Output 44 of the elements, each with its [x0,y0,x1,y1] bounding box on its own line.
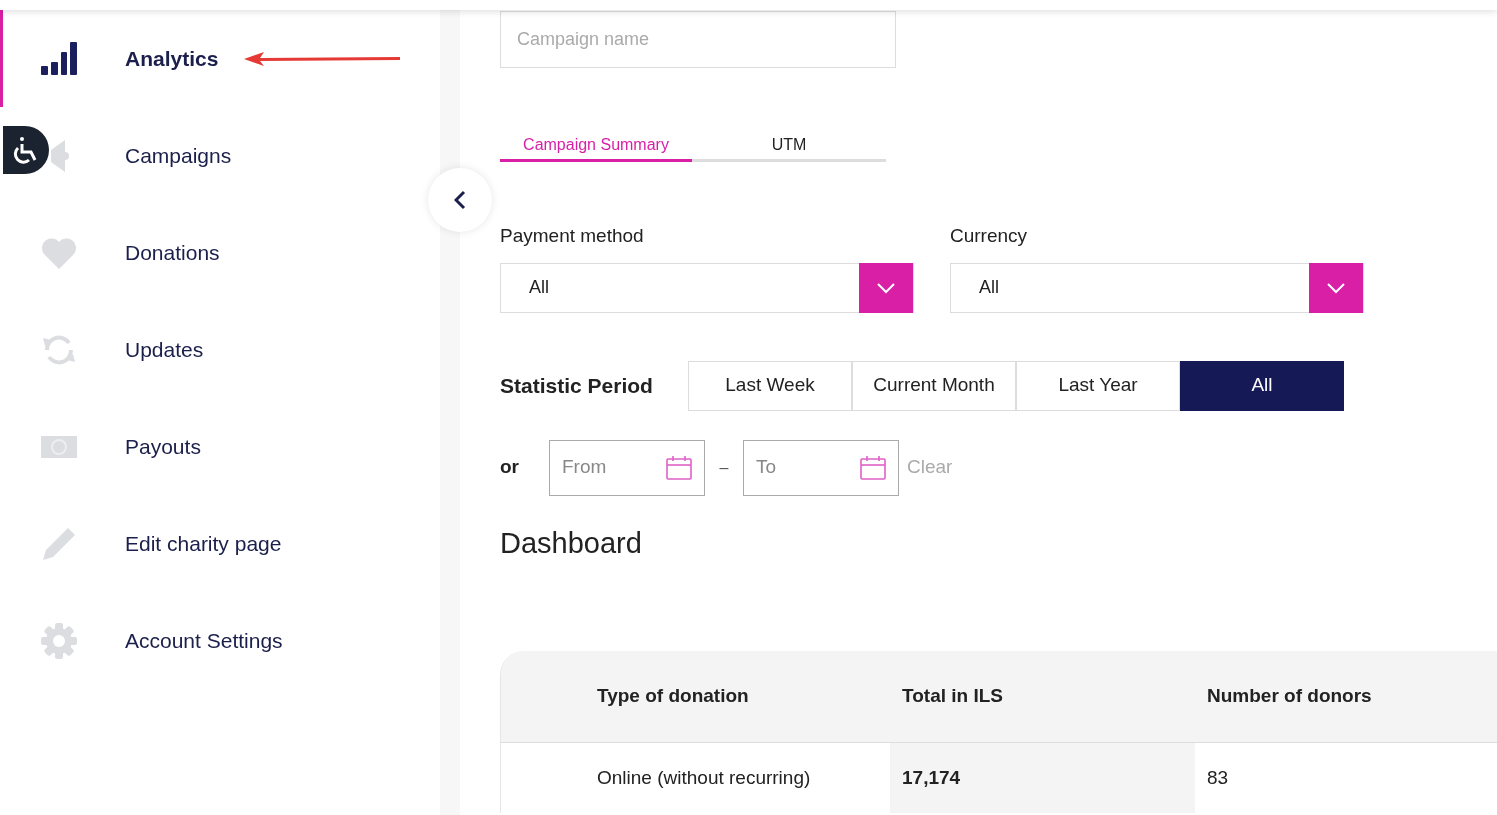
period-option[interactable]: All [1180,360,1344,411]
table-cell: 17,174 [890,743,1195,813]
accessibility-button[interactable] [3,126,49,174]
column-header: Type of donation [596,684,750,709]
period-option[interactable]: Last Week [688,360,852,411]
sidebar-item[interactable]: Account Settings [0,592,440,689]
calendar-icon [666,455,692,480]
tab[interactable]: UTM [692,130,886,162]
sidebar-item[interactable]: Edit charity page [0,495,440,592]
accessibility-icon [13,136,39,164]
period-option[interactable]: Last Year [1016,360,1180,411]
sidebar-item[interactable]: Campaigns [0,107,440,204]
column-header: Total in ILS [901,684,1004,709]
dropdown-select[interactable]: All [500,262,914,313]
sidebar-item[interactable]: Analytics [0,10,440,107]
column-header: Number of donors [1206,684,1373,709]
table-cell-text: 83 [1206,765,1230,790]
dropdown-toggle[interactable] [859,262,913,313]
tab[interactable]: Campaign Summary [500,130,692,162]
from-date-field[interactable]: From [549,439,705,496]
filter-label: Currency [950,224,1029,248]
sidebar-item[interactable]: Payouts [0,398,440,495]
bar-chart-icon [41,41,77,76]
dropdown-toggle[interactable] [1309,262,1363,313]
sidebar-item[interactable]: Updates [0,301,440,398]
statistic-period-label: Statistic Period [500,372,654,399]
dashboard-heading: Dashboard [500,525,643,561]
filter-label: Payment method [500,224,645,248]
chevron-down-icon [876,281,896,294]
range-separator: – [718,457,730,478]
banknote-icon [41,435,77,458]
campaign-name-field[interactable]: Campaign name [500,11,896,68]
table-cell-text: Online (without recurring) [596,765,812,790]
to-date-field[interactable]: To [743,439,899,496]
calendar-icon [860,455,886,480]
pencil-icon [41,525,77,562]
chevron-left-icon [454,190,466,210]
or-label: or [500,455,520,480]
dropdown-select[interactable]: All [950,262,1364,313]
period-option[interactable]: Current Month [852,360,1016,411]
chevron-down-icon [1326,281,1346,294]
refresh-icon [41,333,77,366]
heart-icon [41,236,77,269]
sidebar-item[interactable]: Donations [0,204,440,301]
